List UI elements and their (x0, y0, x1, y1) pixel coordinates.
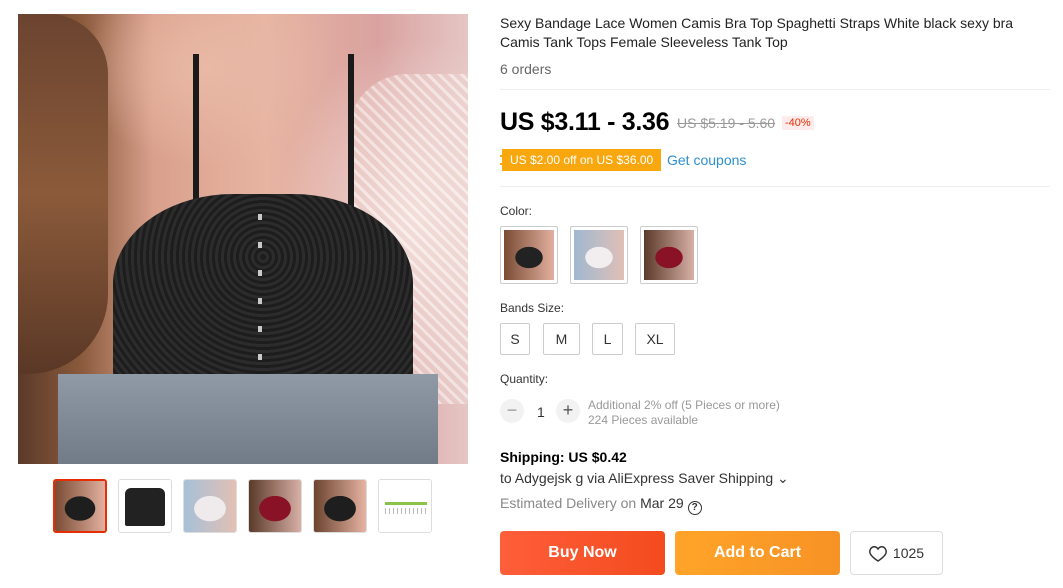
shipping-destination-selector[interactable]: to Adygejsk g via AliExpress Saver Shipp… (500, 470, 789, 487)
image-hair-region (18, 14, 108, 374)
thumbnail-4[interactable] (248, 479, 302, 533)
discount-badge: -40% (782, 116, 814, 130)
color-option-black[interactable] (500, 226, 558, 284)
thumbnail-1[interactable] (53, 479, 107, 533)
quantity-increase-button[interactable]: + (556, 399, 580, 423)
current-price: US $3.11 - 3.36 (500, 108, 670, 136)
image-strap-right (348, 54, 354, 214)
wishlist-count: 1025 (892, 545, 925, 561)
size-option-l[interactable]: L (592, 323, 623, 355)
image-strap-left (193, 54, 199, 214)
estimated-delivery: Estimated Delivery on Mar 29? (500, 495, 702, 515)
delivery-date: Mar 29 (640, 495, 684, 511)
quantity-label: Quantity: (500, 372, 549, 386)
get-coupons-link[interactable]: Get coupons (667, 152, 746, 168)
quantity-value[interactable]: 1 (537, 404, 545, 420)
size-label: Bands Size: (500, 301, 565, 315)
thumbnail-2[interactable] (118, 479, 172, 533)
delivery-prefix: Estimated Delivery on (500, 495, 637, 511)
thumbnail-6[interactable] (378, 479, 432, 533)
divider (500, 89, 1050, 90)
thumbnail-3[interactable] (183, 479, 237, 533)
order-count: 6 orders (500, 61, 552, 77)
main-product-image[interactable] (18, 14, 468, 464)
thumbnail-5[interactable] (313, 479, 367, 533)
buy-now-button[interactable]: Buy Now (500, 531, 665, 575)
size-option-m[interactable]: M (543, 323, 580, 355)
color-option-red[interactable] (640, 226, 698, 284)
quantity-decrease-button[interactable]: − (500, 399, 524, 423)
help-icon[interactable]: ? (687, 501, 702, 515)
image-jeans-region (58, 374, 438, 464)
size-option-xl[interactable]: XL (635, 323, 675, 355)
stock-available: 224 Pieces available (588, 413, 699, 427)
wishlist-button[interactable]: 1025 (850, 531, 943, 575)
color-label: Color: (500, 204, 533, 218)
add-to-cart-button[interactable]: Add to Cart (675, 531, 840, 575)
product-title: Sexy Bandage Lace Women Camis Bra Top Sp… (500, 15, 1014, 50)
bulk-discount-note: Additional 2% off (5 Pieces or more) (588, 398, 780, 412)
original-price: US $5.19 - 5.60 (677, 115, 776, 131)
size-option-s[interactable]: S (500, 323, 530, 355)
shipping-cost: Shipping: US $0.42 (500, 449, 627, 465)
color-option-white[interactable] (570, 226, 628, 284)
coupon-badge: US $2.00 off on US $36.00 (500, 149, 662, 171)
thumbnail-strip (53, 479, 432, 533)
divider (500, 186, 1050, 187)
heart-icon (869, 545, 887, 562)
image-bra-region (113, 194, 413, 404)
